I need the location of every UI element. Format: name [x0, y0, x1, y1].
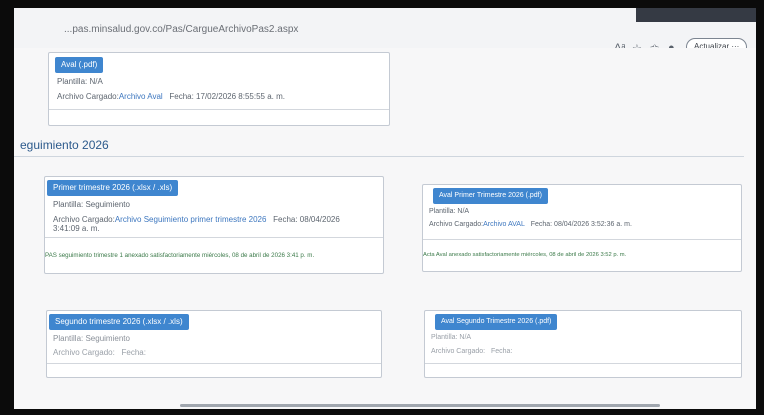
- archivo-label: Archivo Cargado:: [53, 348, 115, 357]
- divider: [47, 363, 381, 364]
- archivo-label: Archivo Cargado:: [57, 92, 119, 101]
- screenshot-frame: ...pas.minsalud.gov.co/Pas/CargueArchivo…: [0, 0, 764, 415]
- fecha-text: Fecha: 08/04/2026: [273, 215, 340, 224]
- fecha-text: Fecha:: [121, 348, 146, 357]
- aval-plantilla: Plantilla: N/A: [57, 77, 103, 86]
- fecha-text: Fecha:: [490, 348, 513, 355]
- aval-segundo-archivo-row: Archivo Cargado: Fecha:: [431, 348, 512, 355]
- address-bar[interactable]: ...pas.minsalud.gov.co/Pas/CargueArchivo…: [64, 24, 298, 35]
- divider: [45, 237, 383, 238]
- photo-border-left: [0, 0, 14, 415]
- aval-primer-plantilla: Plantilla: N/A: [429, 208, 470, 215]
- fecha-text: Fecha: 17/02/2026 8:55:55 a. m.: [169, 92, 285, 101]
- aval-primer-panel: Aval Primer Trimestre 2026 (.pdf) Planti…: [422, 184, 742, 272]
- aval-primer-archivo-row: Archivo Cargado:Archivo AVAL Fecha: 08/0…: [429, 221, 632, 228]
- archivo-label: Archivo Cargado:: [53, 215, 115, 224]
- aval-segundo-header: Aval Segundo Trimestre 2026 (.pdf): [435, 314, 558, 330]
- aval-header: Aval (.pdf): [55, 57, 104, 73]
- horizontal-scrollbar[interactable]: [180, 404, 660, 407]
- aval-archivo-row: Archivo Cargado:Archivo Aval Fecha: 17/0…: [57, 92, 285, 101]
- primer-trimestre-panel: Primer trimestre 2026 (.xlsx / .xls) Pla…: [44, 176, 384, 274]
- primer-archivo-row: Archivo Cargado:Archivo Seguimiento prim…: [53, 215, 340, 224]
- divider: [423, 239, 741, 240]
- primer-plantilla: Plantilla: Seguimiento: [53, 200, 130, 209]
- segundo-plantilla: Plantilla: Seguimiento: [53, 334, 130, 343]
- aval-segundo-plantilla: Plantilla: N/A: [431, 334, 472, 341]
- aval-primer-header: Aval Primer Trimestre 2026 (.pdf): [433, 188, 548, 204]
- primer-success-note: PAS seguimiento trimestre 1 anexado sati…: [45, 252, 315, 259]
- archivo-label: Archivo Cargado:: [429, 221, 484, 228]
- divider: [425, 363, 741, 364]
- segundo-trimestre-panel: Segundo trimestre 2026 (.xlsx / .xls) Pl…: [46, 310, 382, 378]
- photo-border-right: [756, 0, 764, 415]
- aval-primer-success-note: Acta Aval anexado satisfactoriamente mié…: [423, 252, 627, 258]
- fecha-text: Fecha: 08/04/2026 3:52:36 a. m.: [530, 221, 632, 228]
- divider: [49, 109, 389, 110]
- archivo-aval-link[interactable]: Archivo AVAL: [483, 221, 525, 228]
- section-title: eguimiento 2026: [20, 138, 109, 152]
- primer-fecha-time: 3:41:09 a. m.: [53, 224, 100, 233]
- photo-border-top: [0, 0, 764, 8]
- page-content: Aval (.pdf) Plantilla: N/A Archivo Carga…: [14, 48, 756, 409]
- aval-panel: Aval (.pdf) Plantilla: N/A Archivo Carga…: [48, 52, 390, 126]
- browser-tab-strip: [636, 8, 756, 22]
- section-rule: [14, 156, 744, 157]
- archivo-seguimiento-link[interactable]: Archivo Seguimiento primer trimestre 202…: [115, 215, 267, 224]
- photo-border-bottom: [0, 409, 764, 415]
- archivo-label: Archivo Cargado:: [431, 348, 486, 355]
- segundo-archivo-row: Archivo Cargado: Fecha:: [53, 348, 146, 357]
- segundo-trimestre-header: Segundo trimestre 2026 (.xlsx / .xls): [49, 314, 189, 330]
- primer-trimestre-header: Primer trimestre 2026 (.xlsx / .xls): [47, 180, 179, 196]
- aval-segundo-panel: Aval Segundo Trimestre 2026 (.pdf) Plant…: [424, 310, 742, 378]
- archivo-aval-link[interactable]: Archivo Aval: [119, 92, 163, 101]
